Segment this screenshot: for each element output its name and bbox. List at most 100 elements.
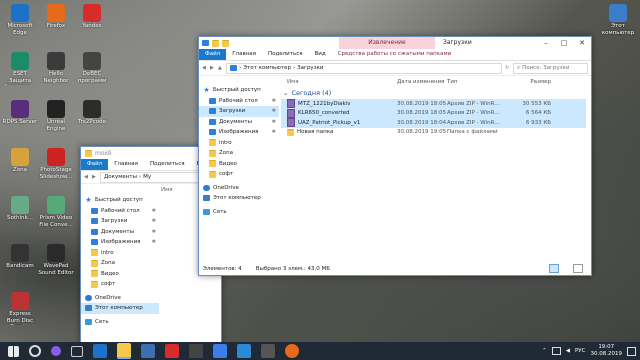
breadcrumb-part[interactable]: My — [143, 174, 151, 180]
details-view-icon[interactable] — [549, 264, 559, 273]
store-icon[interactable] — [141, 344, 155, 358]
desktop-icon[interactable]: Firefox — [38, 4, 74, 30]
pin-icon[interactable]: ✱ — [272, 129, 279, 135]
forward-arrow-icon[interactable]: ▶ — [210, 65, 215, 71]
file-row[interactable]: UAZ_Patriot_Pickup_v1 30.08.2019 18:04 Арх… — [281, 118, 586, 128]
yandex-taskbar-icon[interactable] — [165, 344, 179, 358]
ribbon-tab[interactable]: Файл — [199, 49, 227, 60]
desktop-icon[interactable]: PhotoStage Slideshow... — [38, 148, 74, 180]
back-arrow-icon[interactable]: ◀ — [202, 65, 207, 71]
nav-item[interactable]: intro — [81, 248, 159, 259]
nav-item[interactable]: Загрузки ✱ — [81, 216, 159, 227]
desktop-icon[interactable]: Unreal Engine — [38, 100, 74, 132]
address-bar[interactable]: ◀ ▶ ▲ › Этот компьютер › Загрузки ↻ ⌕ По… — [199, 61, 591, 76]
nav-item[interactable]: Документы ✱ — [199, 117, 279, 128]
breadcrumb-part[interactable]: Документы — [104, 174, 137, 180]
desktop-icon[interactable]: WavePad Sound Editor — [38, 244, 74, 276]
bandicam-taskbar-icon[interactable] — [189, 344, 203, 358]
nav-item[interactable]: Этот компьютер — [81, 303, 159, 314]
nav-item[interactable]: Изображения ✱ — [199, 127, 279, 138]
edge-taskbar-icon[interactable] — [93, 344, 107, 358]
mail-taskbar-icon[interactable] — [237, 344, 251, 358]
ribbon-tab[interactable]: Главная — [226, 49, 262, 60]
alice-icon[interactable] — [51, 346, 61, 356]
ribbon-tab[interactable]: Средства работы со сжатыми папками — [332, 49, 458, 60]
file-row[interactable]: Новая папка 30.08.2019 19:05 Папка с файла… — [281, 128, 586, 138]
search-icon[interactable] — [29, 345, 41, 357]
nav-item[interactable]: софт — [199, 169, 279, 180]
nav-item[interactable]: Zona — [81, 258, 159, 269]
volume-icon[interactable]: ◀ — [566, 348, 570, 354]
nav-item[interactable]: ★ Быстрый доступ — [199, 85, 279, 96]
explorer-window-main[interactable]: Извлечение Загрузки – □ ✕ Файл Главная Под… — [198, 36, 592, 276]
network-icon[interactable] — [551, 347, 561, 355]
refresh-icon[interactable]: ↻ — [505, 65, 510, 71]
nav-item[interactable]: Документы ✱ — [81, 227, 159, 238]
nav-item[interactable]: Сеть — [81, 317, 159, 328]
forward-arrow-icon[interactable]: ▶ — [92, 174, 97, 180]
maximize-icon[interactable]: □ — [555, 37, 573, 49]
desktop-icon[interactable]: Express Burn Disc Burni... — [2, 292, 38, 325]
quick-access-icon[interactable] — [202, 40, 209, 46]
nav-item[interactable]: Изображения ✱ — [81, 237, 159, 248]
up-arrow-icon[interactable]: ▲ — [218, 65, 223, 71]
nav-item[interactable]: Сеть — [199, 207, 279, 218]
ribbon-tab[interactable]: Главная — [108, 159, 144, 170]
task-view-icon[interactable] — [71, 345, 83, 357]
group-header[interactable]: ⌄ Сегодня (4) — [281, 87, 586, 99]
pin-icon[interactable]: ✱ — [152, 229, 159, 235]
pin-icon[interactable]: ✱ — [152, 208, 159, 214]
nav-item[interactable]: intro — [199, 138, 279, 149]
ribbon-tab[interactable]: Поделиться — [262, 49, 309, 60]
column-header-size[interactable]: Размер — [507, 79, 555, 85]
desktop-icon[interactable]: Yandex — [74, 4, 110, 30]
breadcrumb-part[interactable]: Загрузки — [297, 65, 323, 71]
clock[interactable]: 19:07 30.08.2019 — [591, 344, 623, 358]
desktop-icon[interactable]: RDPS Server — [2, 100, 38, 126]
file-row[interactable]: KLR650_converted 30.08.2019 18:05 Архив ZI… — [281, 108, 586, 118]
new-folder-icon[interactable] — [222, 39, 229, 47]
nav-item[interactable]: OneDrive — [81, 293, 159, 304]
notifications-icon[interactable] — [627, 346, 636, 356]
desktop-icon[interactable]: Bandicam — [2, 244, 38, 270]
nav-item[interactable]: OneDrive — [199, 183, 279, 194]
column-header-name[interactable]: Имя — [161, 187, 173, 193]
nav-item[interactable]: Этот компьютер — [199, 193, 279, 204]
desktop-icon[interactable]: Microsoft Edge — [2, 4, 38, 36]
ribbon-tab[interactable]: Поделиться — [144, 159, 191, 170]
column-header-name[interactable]: Имя — [281, 79, 397, 85]
pin-icon[interactable]: ✱ — [272, 108, 279, 114]
breadcrumb-part[interactable]: Этот компьютер — [243, 65, 291, 71]
pin-icon[interactable]: ✱ — [272, 119, 279, 125]
ribbon-tab[interactable]: Файл — [81, 159, 109, 170]
back-arrow-icon[interactable]: ◀ — [84, 174, 89, 180]
windows-start-icon[interactable] — [8, 345, 19, 357]
nav-item[interactable]: ★ Быстрый доступ — [81, 195, 159, 206]
desktop-icon[interactable]: DeBEC программ — [74, 52, 110, 84]
ribbon-tab[interactable]: Вид — [309, 49, 332, 60]
desktop-icon[interactable]: ESET Защита банковск... — [2, 52, 38, 85]
nav-item[interactable]: Рабочий стол ✱ — [81, 206, 159, 217]
desktop-icon[interactable]: Trx2Pcode — [74, 100, 110, 126]
firefox-taskbar-icon[interactable] — [285, 344, 299, 358]
column-header-date[interactable]: Дата изменения — [397, 79, 447, 85]
nav-item[interactable]: софт — [81, 279, 159, 290]
nav-item[interactable]: Рабочий стол ✱ — [199, 96, 279, 107]
file-row[interactable]: MTZ_1221byDiakiv 30.08.2019 18:05 Архив ZI… — [281, 99, 586, 109]
desktop-icon[interactable]: Zona — [2, 148, 38, 174]
desktop-icon[interactable]: Sothink... — [2, 196, 38, 222]
language-indicator[interactable]: РУС — [575, 348, 586, 354]
context-tab-extract[interactable]: Извлечение — [339, 37, 435, 49]
nav-item[interactable]: Zona — [199, 148, 279, 159]
nav-item[interactable]: Загрузки ✱ — [199, 106, 279, 117]
tray-chevron-icon[interactable]: ⌃ — [542, 348, 547, 354]
desktop-icon[interactable]: Hello Neighbor — [38, 52, 74, 84]
tiles-view-icon[interactable] — [573, 264, 583, 273]
minimize-icon[interactable]: – — [537, 37, 555, 49]
file-explorer-taskbar-icon[interactable] — [117, 343, 131, 359]
nav-item[interactable]: Видео — [199, 159, 279, 170]
zoom-taskbar-icon[interactable] — [213, 344, 227, 358]
this-pc-desktop-icon[interactable]: Этот компьютер — [600, 4, 636, 36]
column-header-type[interactable]: Тип — [447, 79, 507, 85]
pin-icon[interactable]: ✱ — [152, 218, 159, 224]
